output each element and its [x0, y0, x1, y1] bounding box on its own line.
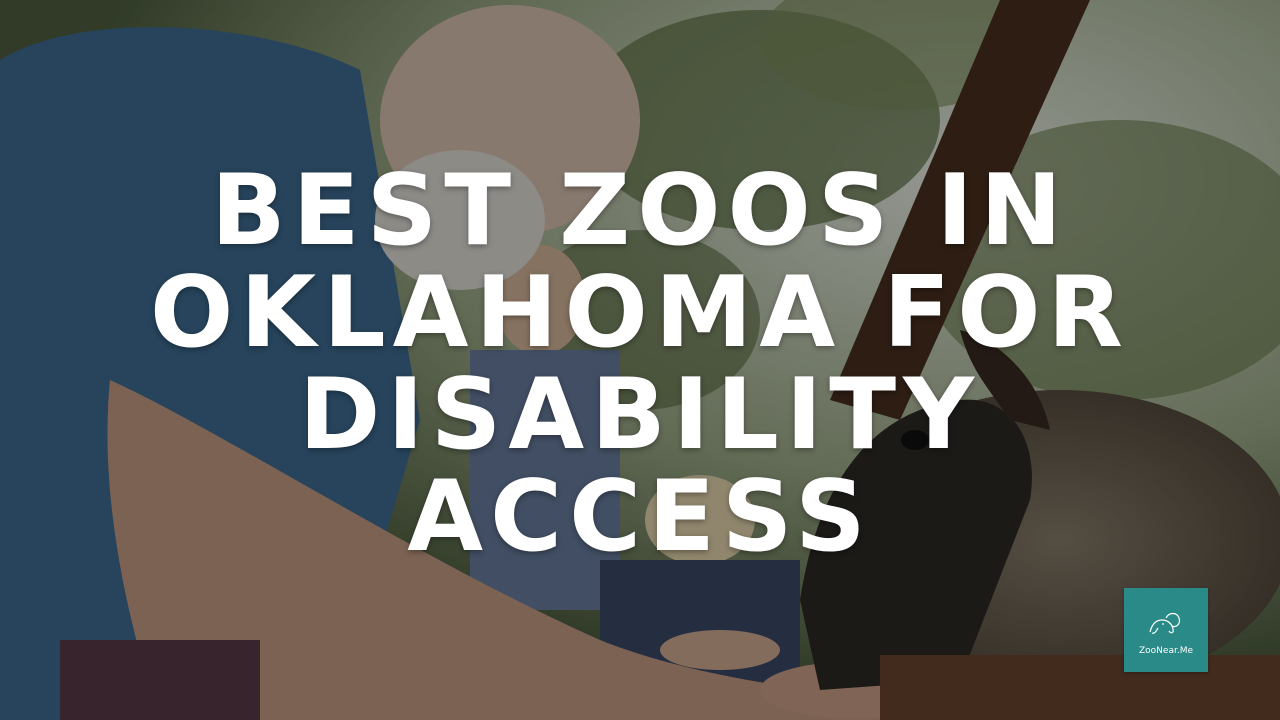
headline-line-4: ACCESS — [407, 460, 873, 574]
logo-text: ZooNear.Me — [1139, 646, 1193, 656]
headline-line-2: OKLAHOMA FOR — [149, 256, 1131, 370]
elephant-outline-icon — [1149, 612, 1181, 634]
zoonear-logo-badge: ZooNear.Me — [1124, 588, 1208, 672]
headline-line-1: BEST ZOOS IN — [210, 154, 1070, 268]
headline-line-3: DISABILITY — [298, 358, 982, 472]
headline: BEST ZOOS IN OKLAHOMA FOR DISABILITY ACC… — [0, 160, 1280, 568]
